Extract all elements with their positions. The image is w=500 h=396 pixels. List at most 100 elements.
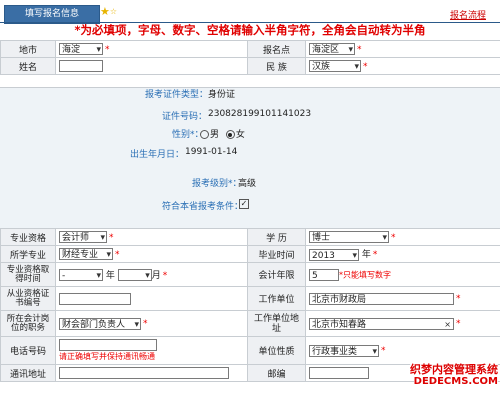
addr-label: 工作单位地址 [247, 310, 306, 337]
required-mark: * [162, 270, 168, 281]
qual-time-label: 专业资格取得时间 [0, 262, 56, 287]
addr-input[interactable]: 北京市知春路 × [309, 317, 454, 331]
meet-checkbox[interactable]: ✓ [239, 199, 249, 209]
gender-male-label: 男 [210, 130, 220, 140]
ethnic-cell: 汉族 * [305, 57, 500, 75]
nature-select[interactable]: 行政事业类 [309, 344, 379, 358]
birth-label: 出生年月日： [130, 150, 185, 160]
required-notice: *为必填项，字母、数字、空格请输入半角字符，全角会自动转为半角 [74, 23, 426, 37]
position-label: 所在会计岗位的职务 [0, 310, 56, 337]
doc-no-value: 230828199101141023 [208, 109, 312, 119]
edu-select[interactable]: 博士 [309, 231, 389, 244]
required-mark: * [372, 250, 378, 261]
name-input[interactable] [59, 60, 103, 72]
edu-label: 学 历 [247, 228, 306, 246]
mail-label: 通讯地址 [0, 364, 56, 382]
qual-time-cell: - 年 月* [55, 262, 248, 287]
required-mark: * [363, 61, 368, 72]
major-select[interactable]: 财经专业 [59, 248, 113, 261]
required-mark: * [115, 249, 120, 260]
meet-label: 符合本省报考条件： [162, 202, 244, 212]
point-label: 报名点 [247, 40, 306, 58]
ethnic-select[interactable]: 汉族 [309, 60, 361, 73]
area-label: 地市 [0, 40, 56, 58]
required-mark: * [456, 319, 461, 329]
work-input[interactable]: 北京市财政局 [309, 292, 454, 305]
doc-type-label: 报考证件类型： [145, 90, 209, 100]
zip-input[interactable] [309, 367, 369, 379]
doc-no-label: 证件号码： [162, 112, 208, 122]
area-value: 海淀 [62, 45, 81, 55]
years-input[interactable]: 5 [309, 268, 339, 281]
grad-year-select[interactable]: 2013 [309, 248, 359, 262]
qual-year-select[interactable]: - [59, 269, 103, 282]
position-cell: 财会部门负责人 * [55, 310, 248, 337]
process-link[interactable]: 报名流程 [450, 8, 486, 21]
area-cell: 海淀 * [55, 40, 248, 58]
phone-label: 电话号码 [0, 336, 56, 365]
qual-year-unit: 年 [105, 270, 115, 281]
point-cell: 海淀区 * [305, 40, 500, 58]
qual-month-select[interactable] [117, 269, 152, 282]
check-icon: ✓ [239, 199, 249, 209]
nature-label: 单位性质 [247, 336, 306, 365]
grad-cell: 2013 年* [305, 245, 500, 263]
cert-input[interactable] [59, 292, 131, 305]
ethnic-value: 汉族 [312, 62, 331, 72]
level-label: 报考级别*： [192, 179, 242, 189]
star-icon: ★☆ [100, 5, 118, 18]
qual-select[interactable]: 会计师 [59, 231, 107, 244]
qual-cell: 会计师 * [55, 228, 248, 246]
detail-table: 专业资格 会计师 * 学 历 博士 * 所学专业 财经专业 * 毕业时间 2013 年… [0, 228, 500, 382]
addr-cell: 北京市知春路 × * [305, 310, 500, 337]
years-hint: *只能填写数字 [339, 270, 391, 279]
gender-group: 男 女 [196, 127, 245, 140]
gender-female-label: 女 [235, 130, 245, 140]
years-cell: 5 *只能填写数字 [305, 262, 500, 287]
gender-female-radio[interactable] [225, 130, 235, 139]
mail-input[interactable] [59, 367, 229, 379]
watermark-domain: DEDECMS.COM [413, 376, 498, 387]
level-value: 高级 [238, 179, 257, 189]
area-select[interactable]: 海淀 [59, 43, 103, 56]
phone-input[interactable] [59, 339, 157, 351]
required-mark: * [143, 319, 148, 329]
point-value: 海淀区 [312, 45, 340, 55]
identity-panel: 报考证件类型： 身份证 证件号码： 230828199101141023 性别*… [0, 87, 500, 229]
nature-value: 行政事业类 [312, 346, 358, 357]
cert-cell [55, 286, 248, 311]
addr-value: 北京市知春路 [312, 319, 367, 330]
qual-year-value: - [62, 271, 66, 282]
grad-unit: 年 [361, 250, 371, 261]
edu-value: 博士 [312, 233, 331, 243]
grad-year-value: 2013 [312, 250, 335, 261]
years-label: 会计年限 [247, 262, 306, 287]
mail-cell [55, 364, 248, 382]
position-select[interactable]: 财会部门负责人 [59, 317, 141, 331]
phone-hint: 请正确填写并保持通讯畅通 [59, 352, 155, 361]
major-value: 财经专业 [62, 250, 99, 260]
required-mark: * [357, 44, 362, 55]
required-mark: * [109, 232, 114, 243]
required-mark: * [105, 44, 110, 55]
qual-value: 会计师 [62, 233, 90, 243]
point-select[interactable]: 海淀区 [309, 43, 355, 56]
clear-icon[interactable]: × [444, 319, 451, 331]
gender-male-radio[interactable] [200, 130, 209, 139]
doc-type-value: 身份证 [208, 90, 236, 100]
grad-label: 毕业时间 [247, 245, 306, 263]
major-label: 所学专业 [0, 245, 56, 263]
ethnic-label: 民 族 [247, 57, 306, 75]
basic-table: 地市 海淀 * 报名点 海淀区 * 姓名 民 族 汉族 * [0, 40, 500, 75]
required-mark: * [381, 346, 386, 356]
major-cell: 财经专业 * [55, 245, 248, 263]
watermark-text: 织梦内容管理系统 [410, 361, 498, 377]
work-cell: 北京市财政局 * [305, 286, 500, 311]
qual-label: 专业资格 [0, 228, 56, 246]
top-bar: 填写报名信息 ★☆ 报名流程 [0, 0, 500, 24]
phone-cell: 请正确填写并保持通讯畅通 [55, 336, 248, 365]
zip-label: 邮编 [247, 364, 306, 382]
required-mark: * [391, 232, 396, 243]
name-label: 姓名 [0, 57, 56, 75]
qual-month-unit: 月 [151, 270, 161, 281]
